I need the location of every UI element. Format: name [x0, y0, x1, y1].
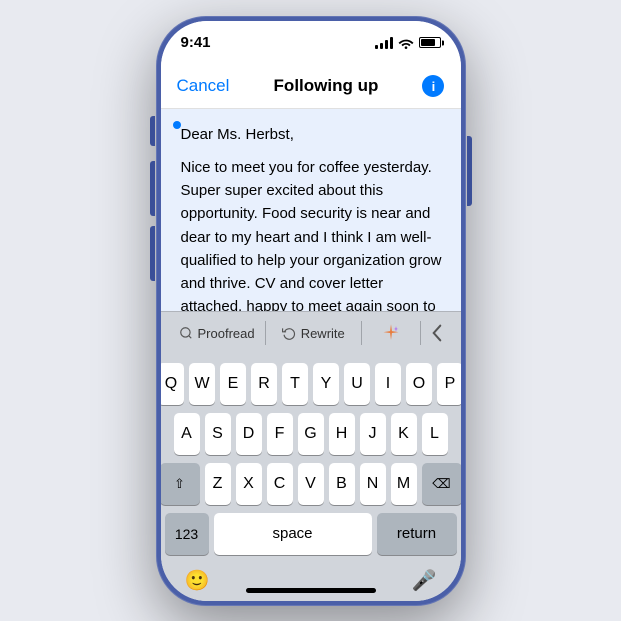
info-button[interactable]: i	[422, 75, 444, 97]
rewrite-button[interactable]: Rewrite	[266, 320, 361, 347]
nav-title: Following up	[274, 76, 379, 96]
return-key[interactable]: return	[377, 513, 457, 555]
emoji-button[interactable]: 🙂	[185, 568, 210, 593]
key-s[interactable]: S	[205, 413, 231, 455]
key-t[interactable]: T	[282, 363, 308, 405]
key-p[interactable]: P	[437, 363, 461, 405]
email-content: Dear Ms. Herbst, Nice to meet you for co…	[177, 123, 445, 311]
signal-icon	[375, 37, 393, 49]
key-w[interactable]: W	[189, 363, 215, 405]
key-u[interactable]: U	[344, 363, 370, 405]
key-h[interactable]: H	[329, 413, 355, 455]
home-indicator	[246, 588, 376, 593]
email-paragraph1: Nice to meet you for coffee yesterday. S…	[181, 156, 445, 311]
key-d[interactable]: D	[236, 413, 262, 455]
num-key[interactable]: 123	[165, 513, 209, 555]
battery-icon	[419, 37, 441, 48]
chevron-left-icon	[431, 324, 443, 342]
cancel-button[interactable]: Cancel	[177, 76, 230, 96]
delete-key[interactable]: ⌫	[422, 463, 461, 505]
proofread-label: Proofread	[198, 326, 255, 341]
ai-button[interactable]	[362, 317, 420, 349]
key-y[interactable]: Y	[313, 363, 339, 405]
status-icons	[375, 37, 441, 49]
key-q[interactable]: Q	[161, 363, 185, 405]
keyboard-row-3: ⇧ Z X C V B N M ⌫	[165, 463, 457, 505]
key-j[interactable]: J	[360, 413, 386, 455]
keyboard-row-1: Q W E R T Y U I O P	[165, 363, 457, 405]
key-f[interactable]: F	[267, 413, 293, 455]
key-r[interactable]: R	[251, 363, 277, 405]
keyboard: Q W E R T Y U I O P A S D F G H J K	[161, 355, 461, 567]
shift-key[interactable]: ⇧	[161, 463, 200, 505]
email-greeting: Dear Ms. Herbst,	[181, 123, 445, 146]
key-z[interactable]: Z	[205, 463, 231, 505]
key-v[interactable]: V	[298, 463, 324, 505]
toolbar: Proofread Rewrite	[161, 311, 461, 355]
proofread-icon	[179, 326, 193, 340]
key-a[interactable]: A	[174, 413, 200, 455]
bottom-bar: 🙂 🎤	[161, 567, 461, 601]
key-x[interactable]: X	[236, 463, 262, 505]
key-o[interactable]: O	[406, 363, 432, 405]
key-b[interactable]: B	[329, 463, 355, 505]
rewrite-icon	[282, 326, 296, 340]
space-key[interactable]: space	[214, 513, 372, 555]
keyboard-row-4: 123 space return	[165, 513, 457, 555]
email-body[interactable]: Dear Ms. Herbst, Nice to meet you for co…	[161, 109, 461, 311]
key-i[interactable]: I	[375, 363, 401, 405]
proofread-button[interactable]: Proofread	[169, 320, 265, 347]
key-n[interactable]: N	[360, 463, 386, 505]
key-g[interactable]: G	[298, 413, 324, 455]
key-k[interactable]: K	[391, 413, 417, 455]
status-time: 9:41	[181, 34, 211, 51]
cursor-handle	[173, 121, 181, 129]
rewrite-label: Rewrite	[301, 326, 345, 341]
sparkle-icon	[381, 323, 401, 343]
mic-button[interactable]: 🎤	[412, 568, 437, 593]
key-e[interactable]: E	[220, 363, 246, 405]
key-m[interactable]: M	[391, 463, 417, 505]
keyboard-row-2: A S D F G H J K L	[165, 413, 457, 455]
wifi-icon	[398, 37, 414, 49]
key-c[interactable]: C	[267, 463, 293, 505]
key-l[interactable]: L	[422, 413, 448, 455]
nav-bar: Cancel Following up i	[161, 65, 461, 109]
toolbar-arrow-button[interactable]	[421, 324, 453, 342]
status-bar: 9:41	[161, 21, 461, 65]
